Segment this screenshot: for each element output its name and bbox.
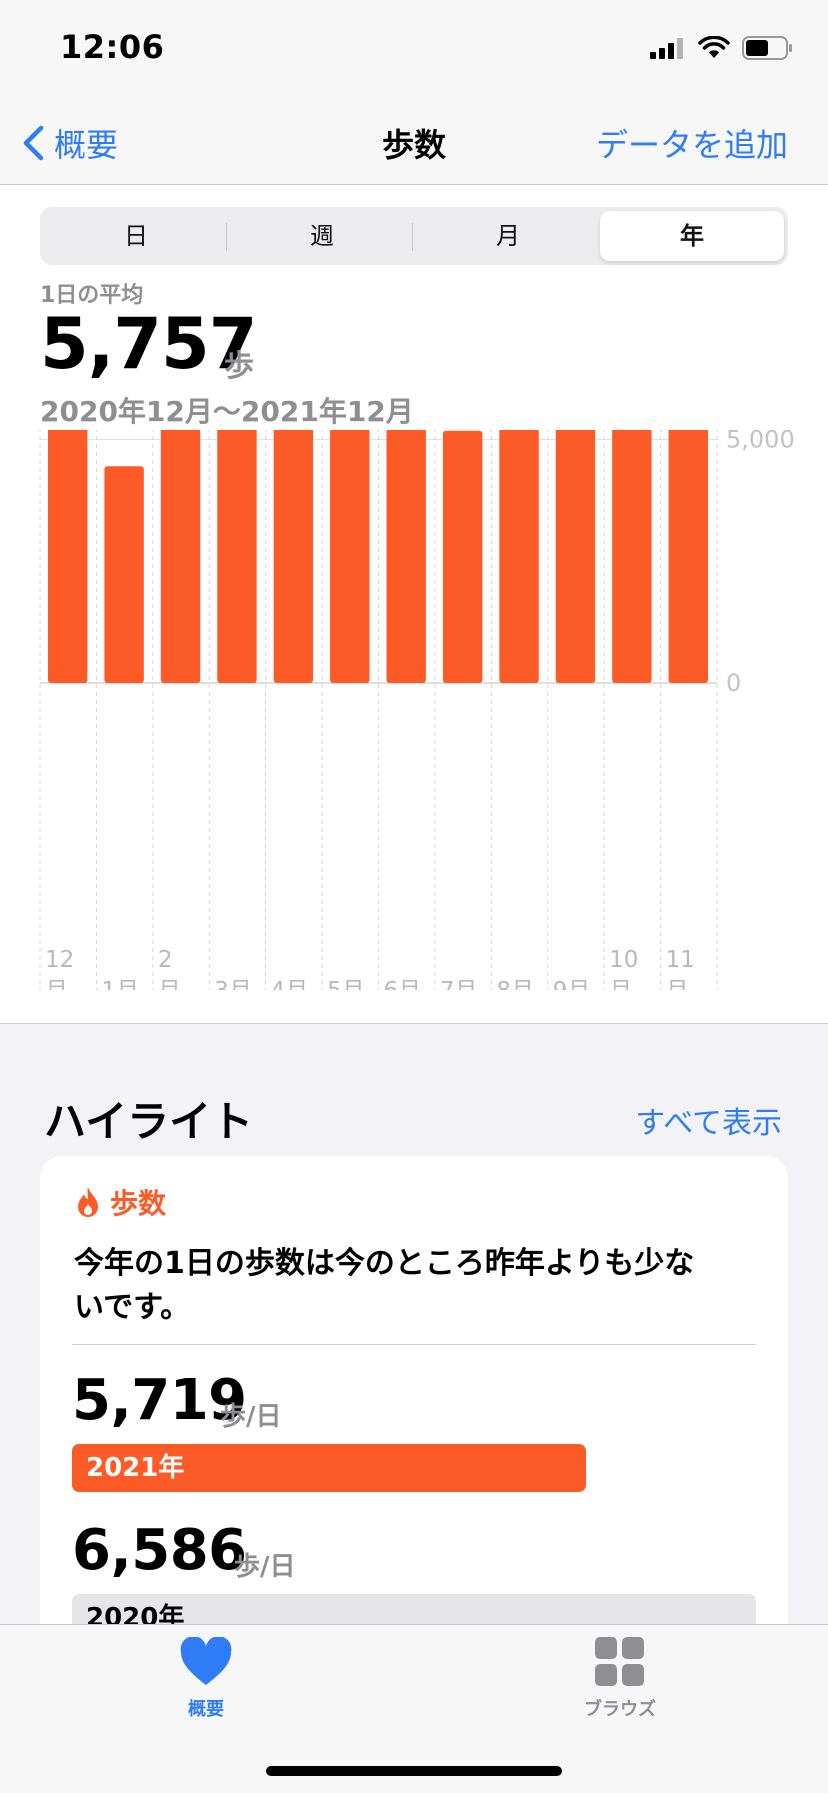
steps-summary-section: 日 週 月 年 1日の平均 5,757 歩 2020年12月〜2021年12月 …	[0, 185, 828, 1024]
bar	[612, 430, 652, 683]
cellular-signal-icon	[650, 38, 683, 59]
navigation-bar: 概要 歩数 データを追加	[0, 90, 828, 185]
bar	[217, 430, 257, 683]
x-tick-label: 10月	[609, 947, 638, 990]
bar	[555, 430, 596, 683]
bar	[104, 466, 144, 683]
bar	[48, 430, 88, 683]
status-icons	[650, 36, 794, 60]
segment-week[interactable]: 週	[230, 211, 414, 261]
x-tick-label: 2月	[158, 947, 181, 990]
add-data-button[interactable]: データを追加	[596, 120, 788, 166]
current-year-average-unit: 歩/日	[220, 1402, 282, 1432]
tab-summary[interactable]: 概要	[126, 1636, 286, 1721]
status-time: 12:06	[60, 28, 165, 66]
bar	[499, 430, 539, 683]
period-segmented-control: 日 週 月 年	[40, 207, 788, 265]
x-tick-label: 11月	[666, 947, 695, 990]
steps-bar-chart[interactable]: 10,0005,000012月1月2月3月4月5月6月7月8月9月10月11月	[0, 430, 828, 990]
card-category-label: 歩数	[110, 1187, 167, 1220]
segment-divider	[412, 223, 413, 251]
x-tick-label: 3月	[214, 978, 252, 990]
y-tick-label: 5,000	[726, 430, 795, 454]
bar	[386, 430, 426, 683]
y-tick-label: 0	[726, 669, 741, 697]
x-tick-label: 12月	[45, 947, 74, 990]
segment-day[interactable]: 日	[44, 211, 228, 261]
x-tick-label: 1月	[101, 978, 139, 990]
x-tick-label: 6月	[384, 978, 422, 990]
previous-year-average-unit: 歩/日	[234, 1552, 296, 1582]
daily-average-unit: 歩	[224, 349, 254, 384]
segment-month[interactable]: 月	[416, 211, 600, 261]
current-year-bar: 2021年	[72, 1444, 586, 1492]
bar	[442, 430, 483, 683]
battery-icon	[742, 36, 792, 60]
card-message: 今年の1日の歩数は今のところ昨年よりも少ないです。	[74, 1246, 695, 1325]
x-tick-label: 9月	[553, 978, 591, 990]
bar	[668, 430, 708, 683]
tab-summary-label: 概要	[188, 1699, 224, 1720]
bar	[160, 430, 201, 683]
x-tick-label: 8月	[496, 978, 534, 990]
card-divider	[72, 1344, 756, 1345]
segment-divider	[226, 223, 227, 251]
bar	[273, 430, 314, 683]
flame-icon	[78, 1187, 98, 1217]
tab-browse[interactable]: ブラウズ	[540, 1637, 700, 1721]
card-header: 歩数	[74, 1182, 166, 1222]
highlight-card[interactable]: 歩数 今年の1日の歩数は今のところ昨年よりも少ないです。 5,719 歩/日 2…	[40, 1156, 788, 1656]
status-bar: 12:06	[0, 0, 828, 90]
wifi-icon	[698, 36, 730, 58]
highlights-title: ハイライト	[44, 1097, 254, 1146]
x-tick-label: 4月	[271, 978, 309, 990]
heart-icon	[180, 1636, 232, 1685]
x-tick-label: 5月	[327, 978, 365, 990]
segment-year[interactable]: 年	[600, 211, 784, 261]
bar	[330, 430, 370, 683]
grid-icon	[595, 1637, 644, 1686]
previous-year-average-value: 6,586	[72, 1518, 247, 1583]
show-all-link[interactable]: すべて表示	[635, 1098, 782, 1142]
x-tick-label: 7月	[440, 978, 478, 990]
date-range: 2020年12月〜2021年12月	[40, 395, 414, 428]
tab-browse-label: ブラウズ	[584, 1699, 656, 1720]
home-indicator	[266, 1766, 562, 1776]
